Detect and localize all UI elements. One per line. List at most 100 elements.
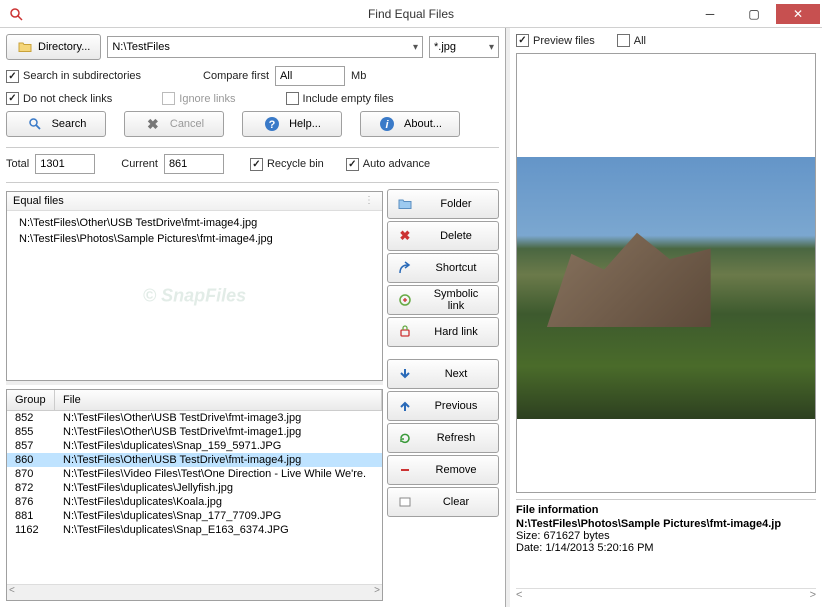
horizontal-splitter[interactable] — [6, 381, 383, 385]
preview-files-checkbox[interactable] — [516, 34, 529, 47]
search-icon — [26, 115, 44, 133]
preview-image — [517, 157, 815, 420]
remove-button[interactable]: Remove — [387, 455, 499, 485]
help-icon: ? — [263, 115, 281, 133]
cancel-icon: ✖ — [144, 115, 162, 133]
directory-value: N:\TestFiles — [112, 41, 169, 53]
close-button[interactable]: ✕ — [776, 4, 820, 24]
ignore-links-label: Ignore links — [179, 93, 235, 105]
file-info-panel: File information N:\TestFiles\Photos\Sam… — [516, 499, 816, 601]
about-button[interactable]: i About... — [360, 111, 460, 137]
previous-button[interactable]: Previous — [387, 391, 499, 421]
table-row[interactable]: 881N:\TestFiles\duplicates\Snap_177_7709… — [7, 509, 382, 523]
table-row[interactable]: 1162N:\TestFiles\duplicates\Snap_E163_63… — [7, 523, 382, 537]
window-title: Find Equal Files — [368, 7, 454, 21]
table-row[interactable]: 870N:\TestFiles\Video Files\Test\One Dir… — [7, 467, 382, 481]
table-row[interactable]: 855N:\TestFiles\Other\USB TestDrive\fmt-… — [7, 425, 382, 439]
clear-label: Clear — [424, 496, 498, 508]
preview-files-label: Preview files — [533, 35, 595, 47]
file-table: Group File 852N:\TestFiles\Other\USB Tes… — [6, 389, 383, 601]
do-not-check-links-checkbox[interactable] — [6, 92, 19, 105]
search-label: Search — [52, 118, 87, 130]
shortcut-button[interactable]: Shortcut — [387, 253, 499, 283]
refresh-icon — [396, 429, 414, 447]
hard-link-button[interactable]: Hard link — [387, 317, 499, 347]
hard-link-label: Hard link — [424, 326, 498, 338]
action-buttons-panel: Folder ✖ Delete Shortcut Symbolic link H… — [387, 189, 499, 601]
all-label: All — [634, 35, 646, 47]
current-value: 861 — [169, 158, 187, 170]
folder-button[interactable]: Folder — [387, 189, 499, 219]
arrow-down-icon — [396, 365, 414, 383]
row-group: 855 — [7, 426, 55, 438]
ignore-links-checkbox — [162, 92, 175, 105]
search-button[interactable]: Search — [6, 111, 106, 137]
include-empty-label: Include empty files — [303, 93, 394, 105]
current-value-field: 861 — [164, 154, 224, 174]
remove-label: Remove — [424, 464, 498, 476]
info-scrollbar[interactable]: <> — [516, 588, 816, 601]
clear-button[interactable]: Clear — [387, 487, 499, 517]
equal-file-item[interactable]: N:\TestFiles\Other\USB TestDrive\fmt-ima… — [13, 215, 376, 231]
right-panel: Preview files All File information N:\Te… — [510, 28, 822, 607]
pattern-dropdown[interactable]: *.jpg — [429, 36, 499, 58]
cancel-label: Cancel — [170, 118, 204, 130]
folder-open-icon — [17, 39, 33, 55]
row-group: 881 — [7, 510, 55, 522]
directory-dropdown[interactable]: N:\TestFiles — [107, 36, 423, 58]
compare-first-input[interactable]: All — [275, 66, 345, 86]
equal-files-list[interactable]: N:\TestFiles\Other\USB TestDrive\fmt-ima… — [7, 211, 382, 380]
file-table-body[interactable]: 852N:\TestFiles\Other\USB TestDrive\fmt-… — [7, 411, 382, 584]
column-group-header[interactable]: Group — [7, 390, 55, 410]
pattern-value: *.jpg — [434, 41, 456, 53]
about-icon: i — [378, 115, 396, 133]
row-file: N:\TestFiles\duplicates\Jellyfish.jpg — [55, 482, 382, 494]
remove-icon — [396, 461, 414, 479]
total-value: 1301 — [40, 158, 64, 170]
row-group: 1162 — [7, 524, 55, 536]
left-panel: Directory... N:\TestFiles *.jpg Search i… — [0, 28, 506, 607]
include-empty-checkbox[interactable] — [286, 92, 299, 105]
refresh-button[interactable]: Refresh — [387, 423, 499, 453]
table-row[interactable]: 860N:\TestFiles\Other\USB TestDrive\fmt-… — [7, 453, 382, 467]
row-group: 860 — [7, 454, 55, 466]
file-info-heading: File information — [516, 504, 816, 516]
table-row[interactable]: 872N:\TestFiles\duplicates\Jellyfish.jpg — [7, 481, 382, 495]
search-subdirs-checkbox[interactable] — [6, 70, 19, 83]
row-group: 876 — [7, 496, 55, 508]
help-label: Help... — [289, 118, 321, 130]
next-button[interactable]: Next — [387, 359, 499, 389]
window-controls: ─ ▢ ✕ — [688, 4, 822, 24]
delete-button[interactable]: ✖ Delete — [387, 221, 499, 251]
horizontal-scrollbar[interactable]: <> — [7, 584, 382, 600]
table-row[interactable]: 852N:\TestFiles\Other\USB TestDrive\fmt-… — [7, 411, 382, 425]
file-info-date: Date: 1/14/2013 5:20:16 PM — [516, 542, 816, 554]
compare-first-label: Compare first — [203, 70, 269, 82]
row-file: N:\TestFiles\duplicates\Snap_E163_6374.J… — [55, 524, 382, 536]
minimize-button[interactable]: ─ — [688, 4, 732, 24]
file-info-path: N:\TestFiles\Photos\Sample Pictures\fmt-… — [516, 518, 816, 530]
directory-label: Directory... — [38, 41, 90, 53]
equal-files-panel: Equal files ⋮ N:\TestFiles\Other\USB Tes… — [6, 191, 383, 381]
row-file: N:\TestFiles\Other\USB TestDrive\fmt-ima… — [55, 412, 382, 424]
equal-file-item[interactable]: N:\TestFiles\Photos\Sample Pictures\fmt-… — [13, 231, 376, 247]
about-label: About... — [404, 118, 442, 130]
table-row[interactable]: 857N:\TestFiles\duplicates\Snap_159_5971… — [7, 439, 382, 453]
help-button[interactable]: ? Help... — [242, 111, 342, 137]
shortcut-label: Shortcut — [424, 262, 498, 274]
column-file-header[interactable]: File — [55, 390, 382, 410]
row-group: 857 — [7, 440, 55, 452]
recycle-bin-checkbox[interactable] — [250, 158, 263, 171]
maximize-button[interactable]: ▢ — [732, 4, 776, 24]
do-not-check-links-label: Do not check links — [23, 93, 112, 105]
all-checkbox[interactable] — [617, 34, 630, 47]
directory-button[interactable]: Directory... — [6, 34, 101, 60]
table-row[interactable]: 876N:\TestFiles\duplicates\Koala.jpg — [7, 495, 382, 509]
recycle-bin-label: Recycle bin — [267, 158, 324, 170]
auto-advance-checkbox[interactable] — [346, 158, 359, 171]
cancel-button[interactable]: ✖ Cancel — [124, 111, 224, 137]
symbolic-link-label: Symbolic link — [424, 288, 498, 312]
app-icon — [6, 4, 26, 24]
delete-icon: ✖ — [396, 227, 414, 245]
symbolic-link-button[interactable]: Symbolic link — [387, 285, 499, 315]
